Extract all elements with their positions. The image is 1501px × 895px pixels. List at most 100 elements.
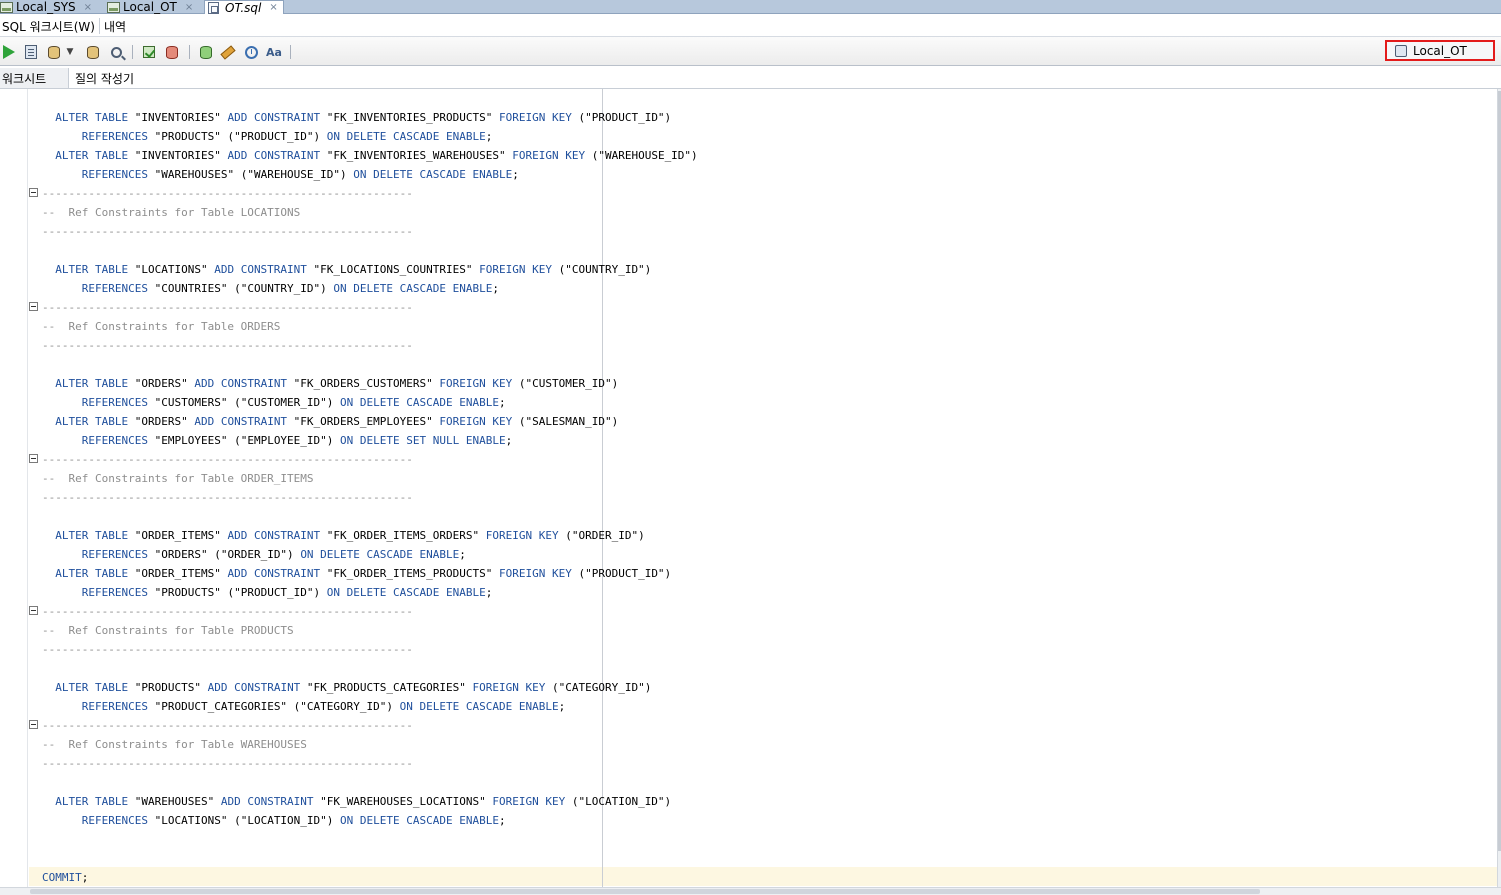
- sql-keyword: ALTER TABLE: [55, 263, 129, 276]
- sql-keyword: FOREIGN KEY: [492, 795, 566, 808]
- explain-plan-icon: [87, 45, 99, 59]
- fold-toggle-icon[interactable]: [29, 188, 38, 197]
- clear-button[interactable]: [219, 43, 237, 61]
- code-line: -- Ref Constraints for Table WAREHOUSES: [42, 735, 698, 754]
- document-tab-strip: Local_SYS × Local_OT × OT.sql ×: [0, 0, 1501, 15]
- sql-text: "PRODUCTS" ("PRODUCT_ID"): [147, 130, 327, 143]
- run-statement-button[interactable]: [0, 43, 18, 61]
- sql-text: ("PRODUCT_ID"): [571, 567, 672, 580]
- sql-text: "ORDERS" ("ORDER_ID"): [147, 548, 301, 561]
- tab-history[interactable]: 내역: [102, 16, 128, 36]
- sql-keyword: REFERENCES: [81, 282, 148, 295]
- sql-file-icon: [208, 1, 219, 14]
- sql-keyword: REFERENCES: [81, 168, 148, 181]
- commit-button[interactable]: [140, 43, 158, 61]
- sql-text: "LOCATIONS": [128, 263, 215, 276]
- fold-toggle-icon[interactable]: [29, 720, 38, 729]
- code-area[interactable]: ALTER TABLE "INVENTORIES" ADD CONSTRAINT…: [42, 108, 698, 887]
- commit-icon: [143, 46, 155, 58]
- sql-history-button[interactable]: [242, 43, 260, 61]
- sql-keyword: FOREIGN KEY: [439, 377, 513, 390]
- change-case-button[interactable]: Aa: [265, 43, 283, 61]
- fold-toggle-icon[interactable]: [29, 606, 38, 615]
- eraser-icon: [220, 44, 236, 60]
- sql-text: ("ORDER_ID"): [558, 529, 645, 542]
- tab-label: Local_SYS: [16, 0, 76, 14]
- connection-select[interactable]: Local_OT: [1385, 40, 1495, 61]
- sql-keyword: FOREIGN KEY: [512, 149, 586, 162]
- sql-comment: ----------------------------------------…: [42, 187, 413, 200]
- sql-text: "PRODUCT_CATEGORIES" ("CATEGORY_ID"): [147, 700, 400, 713]
- sql-keyword: FOREIGN KEY: [479, 263, 552, 276]
- sql-text: ("CATEGORY_ID"): [545, 681, 652, 694]
- sql-text: ;: [492, 282, 499, 295]
- sql-text: ;: [485, 586, 493, 599]
- sql-keyword: ADD CONSTRAINT: [214, 263, 307, 276]
- sql-keyword: REFERENCES: [81, 396, 148, 409]
- code-line: ALTER TABLE "INVENTORIES" ADD CONSTRAINT…: [42, 108, 698, 127]
- sql-tuning-button[interactable]: [197, 43, 215, 61]
- tab-sql-worksheet[interactable]: SQL 워크시트(W): [0, 16, 97, 36]
- sql-keyword: ON DELETE CASCADE ENABLE: [340, 396, 499, 409]
- sql-keyword: ADD CONSTRAINT: [194, 377, 288, 390]
- sql-keyword: ALTER TABLE: [55, 149, 129, 162]
- autotrace-dropdown-button[interactable]: ▼: [64, 43, 76, 61]
- tab-query-builder[interactable]: 질의 작성기: [75, 68, 134, 88]
- script-icon: [25, 45, 37, 59]
- tab-label: OT.sql: [225, 0, 262, 15]
- tab-worksheet[interactable]: 워크시트: [0, 68, 69, 88]
- sql-text: ("COUNTRY_ID"): [551, 263, 652, 276]
- sql-text: "ORDERS": [128, 415, 195, 428]
- sql-keyword: REFERENCES: [81, 434, 148, 447]
- editor-gutter: [0, 89, 28, 887]
- sql-keyword: ADD CONSTRAINT: [227, 149, 321, 162]
- tab-local-ot[interactable]: Local_OT ×: [107, 0, 203, 14]
- run-icon: [3, 45, 15, 59]
- close-icon[interactable]: ×: [269, 2, 277, 13]
- code-line: ----------------------------------------…: [42, 450, 698, 469]
- sql-text: "FK_ORDER_ITEMS_ORDERS": [320, 529, 486, 542]
- code-line: -- Ref Constraints for Table LOCATIONS: [42, 203, 698, 222]
- sql-text: ;: [512, 168, 519, 181]
- tab-local-sys[interactable]: Local_SYS ×: [0, 0, 103, 14]
- sql-keyword: ADD CONSTRAINT: [194, 415, 288, 428]
- fold-toggle-icon[interactable]: [29, 302, 38, 311]
- sql-keyword: ON DELETE SET NULL ENABLE: [340, 434, 506, 447]
- horizontal-scrollbar[interactable]: [0, 887, 1501, 895]
- sql-keyword: ALTER TABLE: [55, 377, 129, 390]
- tuning-advisor-button[interactable]: [107, 43, 125, 61]
- sql-keyword: ADD CONSTRAINT: [207, 681, 301, 694]
- code-line: ALTER TABLE "INVENTORIES" ADD CONSTRAINT…: [42, 146, 697, 165]
- autotrace-button[interactable]: [45, 43, 63, 61]
- rollback-button[interactable]: [163, 43, 181, 61]
- sql-text: "FK_ORDER_ITEMS_PRODUCTS": [320, 567, 499, 580]
- sql-keyword: REFERENCES: [81, 814, 148, 827]
- code-line: REFERENCES "PRODUCT_CATEGORIES" ("CATEGO…: [42, 697, 698, 716]
- rollback-icon: [166, 45, 178, 59]
- tab-ot-sql[interactable]: OT.sql ×: [204, 0, 284, 15]
- sql-comment: ----------------------------------------…: [42, 643, 413, 656]
- explain-plan-button[interactable]: [84, 43, 102, 61]
- scrollbar-thumb[interactable]: [30, 889, 1260, 894]
- code-line: REFERENCES "COUNTRIES" ("COUNTRY_ID") ON…: [42, 279, 698, 298]
- close-icon[interactable]: ×: [185, 2, 193, 13]
- fold-toggle-icon[interactable]: [29, 454, 38, 463]
- run-script-button[interactable]: [22, 43, 40, 61]
- sql-editor[interactable]: ALTER TABLE "INVENTORIES" ADD CONSTRAINT…: [0, 89, 1497, 887]
- sql-text: "WAREHOUSES" ("WAREHOUSE_ID"): [147, 168, 354, 181]
- vertical-scrollbar[interactable]: [1497, 89, 1501, 887]
- sql-comment: ----------------------------------------…: [42, 491, 413, 504]
- code-line: ALTER TABLE "PRODUCTS" ADD CONSTRAINT "F…: [42, 678, 698, 697]
- close-icon[interactable]: ×: [84, 2, 92, 13]
